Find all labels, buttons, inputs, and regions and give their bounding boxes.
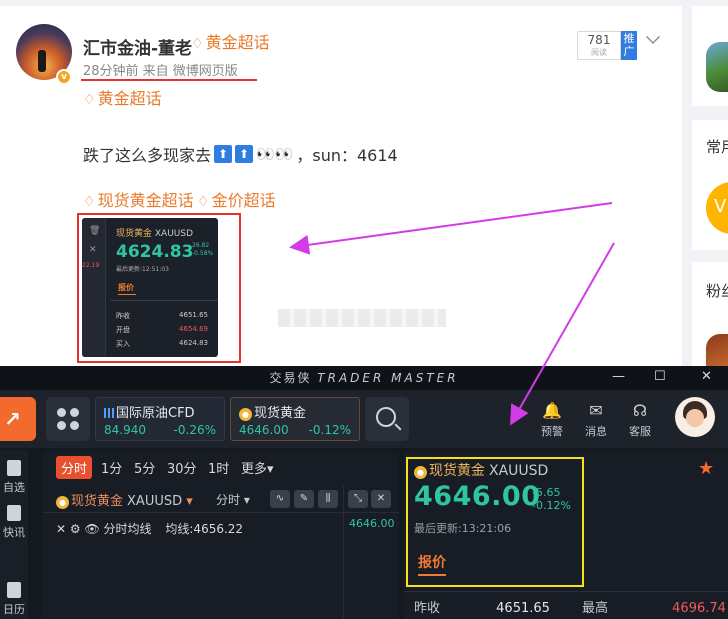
nav-item-news[interactable]: 快讯 [0,505,28,540]
chevron-down-icon[interactable] [646,30,660,44]
meta-highlight-underline [81,79,257,81]
thumb-divider [110,300,218,301]
up-arrow-emoji-icon: ⬆ [214,145,233,163]
instrument-tab-crude-oil[interactable]: 国际原油CFD 84.940 -0.26% [95,397,225,441]
chart-mode-selector[interactable]: 分时 ▾ [216,491,250,508]
settings-icon[interactable]: ⚙ [70,522,81,536]
post-image-thumbnail[interactable]: 🗑 ✕ 22.19 现货黄金 XAUUSD 4624.83 26.82 -0.58… [82,218,218,357]
thumb-change: 26.82 -0.58% [192,242,214,257]
messages-button[interactable]: ✉ 消息 [576,402,616,439]
user-avatar[interactable] [675,397,715,437]
window-title: 交易侠 TRADER MASTER [269,371,459,385]
calendar-icon [7,582,21,598]
mail-icon: ✉ [589,401,603,420]
right-sidebar: 常用 V 粉丝 [692,0,728,374]
thumb-title: 现货黄金 XAUUSD [116,229,194,239]
quote-row-prev-close: 昨收 4651.65 [414,601,550,616]
maximize-icon[interactable]: ☐ [654,369,666,384]
promote-button[interactable]: 推广 [621,31,637,60]
gold-coin-icon: ● [56,496,69,509]
topic-tag[interactable]: ♢ 黄金超话 [83,85,162,109]
nav-item-watchlist[interactable]: 自选 [0,460,28,495]
up-arrow-emoji-icon: ⬆ [235,145,254,163]
author-supertopic-tag[interactable]: ♢ 黄金超话 [191,29,270,53]
diamond-icon: ♢ [191,36,204,52]
apps-grid-button[interactable] [46,397,90,441]
diamond-icon: ♢ [83,92,96,108]
sidebar-card-title: 常用 [706,138,728,156]
eye-icon[interactable]: 👁 [84,522,99,536]
candle-tool-icon[interactable]: ⫼ [318,490,338,508]
period-tab[interactable]: 分时 [56,456,93,479]
sidebar-card: 粉丝 [692,262,728,374]
thumb-row: 买入 4624.83 [116,339,208,348]
diamond-icon: ♢ [197,194,210,210]
sidebar-card [692,6,728,106]
ma-indicator-row: ✕ ⚙ 👁 分时均线 均线:4656.22 [56,522,244,536]
left-nav: 自选 快讯 日历 [0,450,28,619]
headset-icon: ☊ [632,401,648,420]
sidebar-image [706,42,728,92]
search-icon [376,407,396,427]
minimize-icon[interactable]: — [612,369,625,384]
period-tab[interactable]: 5分 [129,456,160,479]
price-axis: 4646.00 [343,485,399,619]
period-tab[interactable]: 30分 [162,456,202,479]
sidebar-card-title: 粉丝 [706,282,728,300]
close-icon: ✕ [89,245,97,255]
sidebar-app-icon[interactable]: V [706,182,728,234]
document-icon [7,505,21,521]
app-toolbar: ↗ 国际原油CFD 84.940 -0.26% ● 现货黄金 4646.00 -0… [0,390,728,448]
thumb-update-time: 最后更新:12:51:03 [116,266,169,273]
trash-icon: 🗑 [89,226,101,236]
period-tab[interactable]: 1时 [203,456,234,479]
extra-topic-tag-2[interactable]: ♢ 金价超话 [197,187,276,211]
diamond-icon: ♢ [83,194,96,210]
trader-master-window: 交易侠 TRADER MASTER — ☐ ✕ ↗ 国际原油CFD 84.940… [0,366,728,619]
close-icon[interactable]: ✕ [56,522,66,536]
period-tab[interactable]: 1分 [96,456,127,479]
thumb-row: 昨收 4651.65 [116,311,208,320]
nav-item-calendar[interactable]: 日历 [0,582,28,617]
bar-chart-icon [104,408,114,418]
author-name[interactable]: 汇市金油-董老 [83,34,192,59]
view-count: 781 [587,33,611,47]
thumb-side-value: 22.19 [82,262,100,269]
thumb-tab-underline [118,294,136,295]
thumb-tab-quote: 报价 [118,283,134,292]
gold-coin-icon: ● [239,408,252,421]
search-button[interactable] [365,397,409,441]
post-text: 跌了这么多现家去 ⬆ ⬆ 👀👀 ，sun：4614 [83,145,398,165]
quote-divider [404,591,728,592]
thumb-price: 4624.83 [116,242,194,262]
thumb-sidebar [82,218,106,357]
bookmark-icon [7,460,21,476]
screenshot-root: v 汇市金油-董老 ♢ 黄金超话 28分钟前 来自 微博网页版 781 阅读 推广… [0,0,728,619]
support-button[interactable]: ☊ 客服 [620,402,660,439]
extra-topic-tag[interactable]: ♢ 现货黄金超话 [83,187,194,211]
draw-line-tool-icon[interactable]: ∿ [270,490,290,508]
chart-instrument-selector[interactable]: ● 现货黄金 XAUUSD ▾ [56,490,193,509]
pen-tool-icon[interactable]: ✎ [294,490,314,508]
period-tab-more[interactable]: 更多▾ [236,456,279,479]
view-count-box: 781 阅读 [577,31,621,60]
bell-icon: 🔔 [542,401,562,420]
period-tabs: 分时 1分 5分 30分 1时 更多▾ [42,452,399,482]
quote-highlight-frame [406,457,584,587]
thumb-row: 开盘 4654.69 [116,325,208,334]
app-logo-icon[interactable]: ↗ [0,397,36,441]
instrument-tab-spot-gold[interactable]: ● 现货黄金 4646.00 -0.12% [230,397,360,441]
favorite-star-icon[interactable]: ★ [698,458,714,479]
view-count-label: 阅读 [591,48,607,57]
alert-button[interactable]: 🔔 预警 [532,402,572,439]
quote-row-high: 最高 4696.74 [582,601,726,616]
blurred-text [278,309,446,327]
verified-badge-icon: v [56,69,72,85]
sidebar-card: 常用 V [692,120,728,250]
axis-price-label: 4646.00 [349,517,395,530]
eyes-emoji-icon: 👀👀 [256,145,294,163]
close-window-icon[interactable]: ✕ [701,369,712,384]
post-meta: 28分钟前 来自 微博网页版 [83,64,238,79]
window-titlebar[interactable]: 交易侠 TRADER MASTER — ☐ ✕ [0,366,728,390]
